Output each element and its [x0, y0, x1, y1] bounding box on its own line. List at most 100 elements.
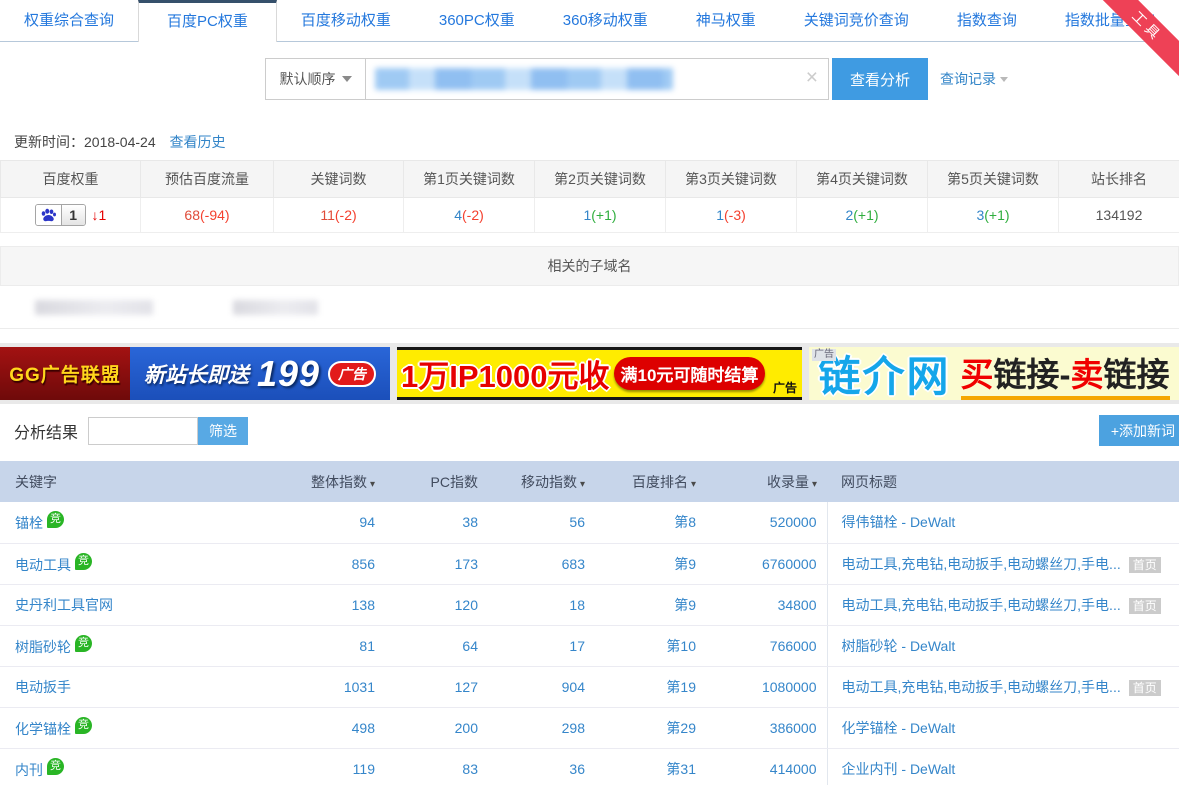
- collected-count[interactable]: 6760000: [712, 543, 827, 584]
- collected-count[interactable]: 34800: [712, 584, 827, 625]
- col-page1-keywords: 第1页关键词数: [404, 161, 535, 198]
- censored-subdomain-link[interactable]: [233, 300, 318, 315]
- ad3-brand: 链介网: [818, 347, 950, 400]
- page-title-link[interactable]: 化学锚栓 - DeWalt: [842, 720, 956, 736]
- col-page4-keywords: 第4页关键词数: [797, 161, 928, 198]
- pc-index[interactable]: 83: [385, 748, 488, 785]
- collected-count[interactable]: 414000: [712, 748, 827, 785]
- tab-baidu-pc-weight[interactable]: 百度PC权重: [138, 0, 277, 42]
- censored-subdomain-link[interactable]: [35, 300, 153, 315]
- col-collected-sort[interactable]: 收录量▾: [712, 461, 827, 502]
- table-row: 电动工具竞 856 173 683 第9 6760000 电动工具,充电钻,电动…: [0, 543, 1179, 584]
- mobile-index[interactable]: 683: [488, 543, 595, 584]
- subdomains-section: 相关的子域名: [0, 246, 1179, 329]
- pc-index[interactable]: 38: [385, 502, 488, 543]
- collected-count[interactable]: 766000: [712, 625, 827, 666]
- keyword-link[interactable]: 树脂砂轮: [15, 639, 71, 655]
- add-new-word-button[interactable]: +添加新词: [1099, 415, 1179, 446]
- tab-360-mobile-weight[interactable]: 360移动权重: [539, 0, 672, 41]
- baidu-rank: 第19: [595, 666, 712, 707]
- analyze-button[interactable]: 查看分析: [832, 58, 928, 100]
- keyword-link[interactable]: 电动工具: [15, 557, 71, 573]
- bid-icon[interactable]: 竞: [75, 717, 92, 734]
- page5-cell: 3(+1): [928, 198, 1059, 233]
- pc-index[interactable]: 173: [385, 543, 488, 584]
- page-title-link[interactable]: 电动工具,充电钻,电动扳手,电动螺丝刀,手电...: [842, 597, 1121, 613]
- mobile-index[interactable]: 298: [488, 707, 595, 748]
- page4-cell: 2(+1): [797, 198, 928, 233]
- page-title-link[interactable]: 得伟锚栓 - DeWalt: [842, 514, 956, 530]
- sort-order-select[interactable]: 默认顺序: [265, 58, 366, 100]
- keyword-link[interactable]: 内刊: [15, 762, 43, 778]
- ad3-text: 买链接-卖链接: [961, 348, 1170, 400]
- ad-banner-link-market[interactable]: 广告 链介网 买链接-卖链接: [809, 347, 1179, 400]
- pc-index[interactable]: 127: [385, 666, 488, 707]
- clear-icon[interactable]: ×: [806, 67, 818, 89]
- col-chinaz-rank: 站长排名: [1059, 161, 1179, 198]
- filter-bar: 分析结果 筛选 +添加新词: [14, 415, 1179, 446]
- col-page2-keywords: 第2页关键词数: [535, 161, 666, 198]
- page-title-link[interactable]: 树脂砂轮 - DeWalt: [842, 638, 956, 654]
- bid-icon[interactable]: 竞: [75, 635, 92, 652]
- overall-index[interactable]: 856: [285, 543, 385, 584]
- tab-baidu-mobile-weight[interactable]: 百度移动权重: [277, 0, 415, 41]
- mobile-index[interactable]: 18: [488, 584, 595, 625]
- tab-360-pc-weight[interactable]: 360PC权重: [415, 0, 539, 41]
- filter-input[interactable]: [88, 417, 198, 445]
- col-baidu-rank-sort[interactable]: 百度排名▾: [595, 461, 712, 502]
- overall-index[interactable]: 119: [285, 748, 385, 785]
- overall-index[interactable]: 498: [285, 707, 385, 748]
- mobile-index[interactable]: 904: [488, 666, 595, 707]
- tab-shenma-weight[interactable]: 神马权重: [672, 0, 780, 41]
- collected-count[interactable]: 520000: [712, 502, 827, 543]
- sort-arrow-icon: ▾: [812, 479, 817, 490]
- mobile-index[interactable]: 56: [488, 502, 595, 543]
- col-mobile-index-sort[interactable]: 移动指数▾: [488, 461, 595, 502]
- search-input[interactable]: ×: [365, 58, 829, 100]
- tab-keyword-bid-query[interactable]: 关键词竞价查询: [780, 0, 933, 41]
- view-history-link[interactable]: 查看历史: [170, 134, 226, 150]
- bid-icon[interactable]: 竞: [47, 511, 64, 528]
- bid-icon[interactable]: 竞: [47, 758, 64, 775]
- filter-button[interactable]: 筛选: [198, 417, 248, 445]
- col-page3-keywords: 第3页关键词数: [666, 161, 797, 198]
- page-title-link[interactable]: 电动工具,充电钻,电动扳手,电动螺丝刀,手电...: [842, 556, 1121, 572]
- query-history-link[interactable]: 查询记录: [940, 69, 1008, 89]
- tab-index-query[interactable]: 指数查询: [933, 0, 1041, 41]
- table-row: 化学锚栓竞 498 200 298 第29 386000 化学锚栓 - DeWa…: [0, 707, 1179, 748]
- chevron-down-icon: [1000, 77, 1008, 82]
- pc-index[interactable]: 200: [385, 707, 488, 748]
- collected-count[interactable]: 1080000: [712, 666, 827, 707]
- collected-count[interactable]: 386000: [712, 707, 827, 748]
- overall-index[interactable]: 94: [285, 502, 385, 543]
- keyword-link[interactable]: 电动扳手: [15, 679, 71, 695]
- overall-index[interactable]: 81: [285, 625, 385, 666]
- col-keyword: 关键字: [0, 461, 285, 502]
- table-row: 树脂砂轮竞 81 64 17 第10 766000 树脂砂轮 - DeWalt首…: [0, 625, 1179, 666]
- mobile-index[interactable]: 17: [488, 625, 595, 666]
- col-overall-index-sort[interactable]: 整体指数▾: [285, 461, 385, 502]
- table-row: 史丹利工具官网竞 138 120 18 第9 34800 电动工具,充电钻,电动…: [0, 584, 1179, 625]
- ad2-text: 1万IP1000元收: [401, 351, 610, 396]
- ad2-pill: 满10元可随时结算: [614, 357, 766, 390]
- update-time-label: 更新时间：: [14, 134, 84, 150]
- ad-banner-gg-union[interactable]: GG广告联盟 新站长即送 199 广告: [0, 347, 390, 400]
- bid-icon[interactable]: 竞: [75, 553, 92, 570]
- keyword-link[interactable]: 史丹利工具官网: [15, 597, 113, 613]
- sort-arrow-icon: ▾: [580, 479, 585, 490]
- baidu-weight-value: 1: [62, 205, 85, 225]
- pc-index[interactable]: 120: [385, 584, 488, 625]
- pc-index[interactable]: 64: [385, 625, 488, 666]
- page-title-link[interactable]: 企业内刊 - DeWalt: [842, 761, 956, 777]
- overall-index[interactable]: 1031: [285, 666, 385, 707]
- top-tab-bar: 权重综合查询 百度PC权重 百度移动权重 360PC权重 360移动权重 神马权…: [0, 0, 1179, 42]
- tab-weight-overview[interactable]: 权重综合查询: [0, 0, 138, 41]
- mobile-index[interactable]: 36: [488, 748, 595, 785]
- keyword-link[interactable]: 化学锚栓: [15, 721, 71, 737]
- col-baidu-weight: 百度权重: [1, 161, 141, 198]
- ad1-body: 新站长即送 199 广告: [130, 347, 390, 400]
- keyword-link[interactable]: 锚栓: [15, 515, 43, 531]
- ad-banner-ip-buy[interactable]: 1万IP1000元收 满10元可随时结算 广告: [397, 347, 802, 400]
- page-title-link[interactable]: 电动工具,充电钻,电动扳手,电动螺丝刀,手电...: [842, 679, 1121, 695]
- overall-index[interactable]: 138: [285, 584, 385, 625]
